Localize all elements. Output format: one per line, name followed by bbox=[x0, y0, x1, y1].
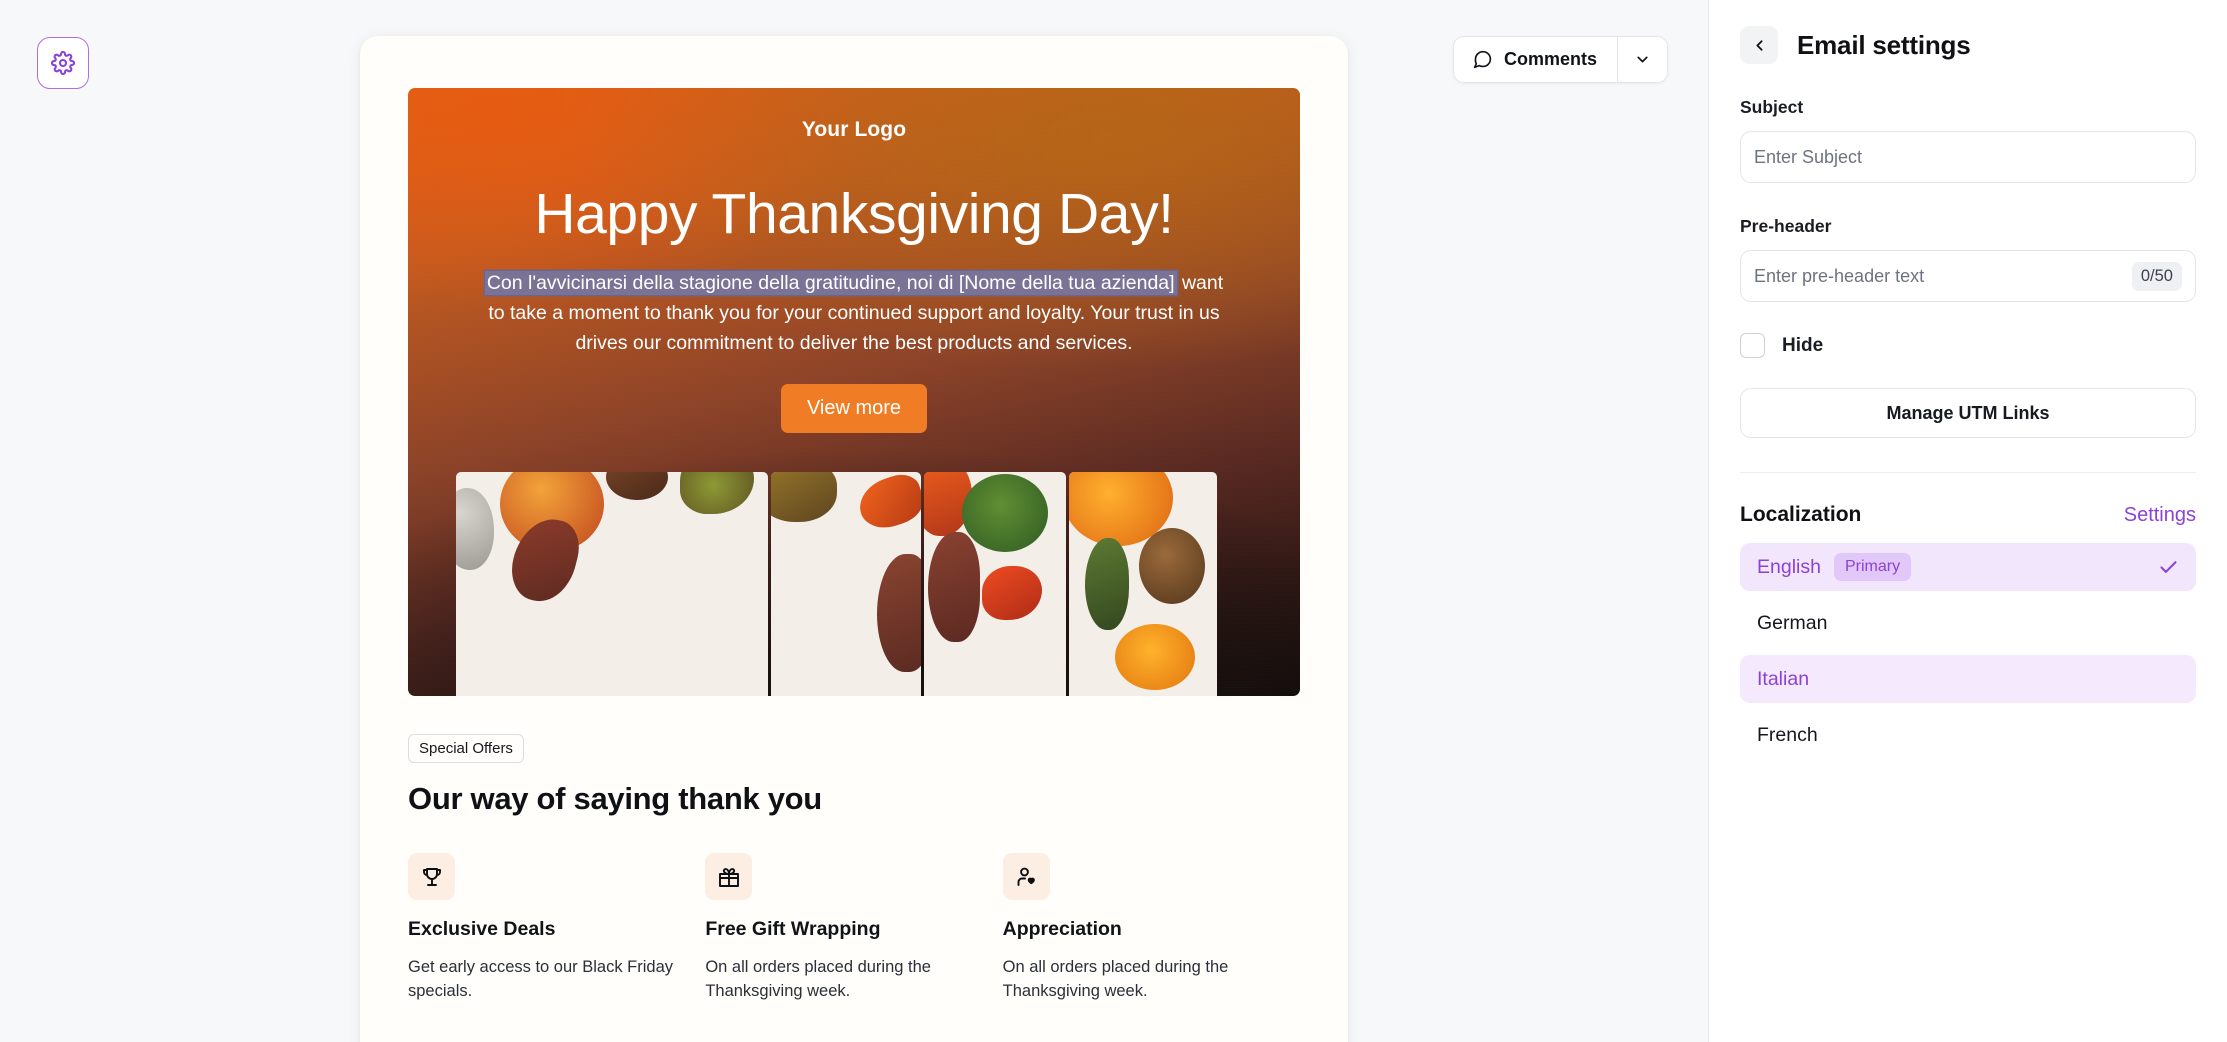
subject-label: Subject bbox=[1740, 97, 1804, 117]
feature-card[interactable]: Free Gift Wrapping On all orders placed … bbox=[705, 853, 1002, 1004]
feature-title: Exclusive Deals bbox=[408, 918, 556, 940]
language-name: German bbox=[1757, 611, 1828, 634]
feature-card[interactable]: Exclusive Deals Get early access to our … bbox=[408, 853, 705, 1004]
email-paragraph[interactable]: Con l'avvicinarsi della stagione della g… bbox=[484, 268, 1224, 359]
primary-badge: Primary bbox=[1833, 553, 1912, 581]
preheader-input[interactable] bbox=[1754, 265, 2124, 287]
feature-cards: Exclusive Deals Get early access to our … bbox=[408, 853, 1300, 1004]
subject-field[interactable] bbox=[1740, 131, 2196, 183]
hero-image-3[interactable] bbox=[924, 472, 1066, 696]
email-headline: Happy Thanksgiving Day! bbox=[534, 182, 1174, 246]
hero-image-4[interactable] bbox=[1069, 472, 1217, 696]
chevron-down-icon bbox=[1634, 51, 1651, 68]
check-icon bbox=[2158, 557, 2179, 578]
special-offers-badge: Special Offers bbox=[408, 734, 524, 763]
hero-image-strip bbox=[408, 472, 1300, 696]
language-item-italian[interactable]: Italian bbox=[1740, 655, 2196, 703]
language-name: Italian bbox=[1757, 667, 1810, 690]
panel-back-button[interactable] bbox=[1740, 26, 1778, 64]
hide-label[interactable]: Hide bbox=[1782, 335, 1823, 357]
trophy-icon bbox=[408, 853, 455, 900]
hide-checkbox[interactable] bbox=[1740, 333, 1765, 358]
preheader-counter: 0/50 bbox=[2131, 261, 2182, 291]
comments-label: Comments bbox=[1504, 49, 1598, 69]
feature-text: Get early access to our Black Friday spe… bbox=[408, 958, 674, 1000]
feature-title: Appreciation bbox=[1002, 918, 1122, 940]
email-body-block: Special Offers Our way of saying thank y… bbox=[360, 696, 1348, 1004]
gift-icon bbox=[705, 853, 753, 900]
comments-control: Comments bbox=[1453, 36, 1669, 83]
language-list: English Primary German Italian French bbox=[1740, 543, 2196, 759]
panel-header: Email settings bbox=[1740, 26, 2196, 64]
preheader-label: Pre-header bbox=[1740, 216, 1832, 236]
email-preview-card: Your Logo Happy Thanksgiving Day! Con l'… bbox=[360, 36, 1348, 1042]
language-item-french[interactable]: French bbox=[1740, 711, 2196, 759]
email-logo: Your Logo bbox=[801, 118, 907, 141]
language-item-english[interactable]: English Primary bbox=[1740, 543, 2196, 591]
left-rail bbox=[0, 0, 120, 1042]
gear-icon bbox=[51, 51, 75, 75]
panel-divider bbox=[1740, 472, 2196, 473]
localization-title: Localization bbox=[1740, 503, 1862, 526]
feature-title: Free Gift Wrapping bbox=[705, 918, 881, 940]
feature-text: On all orders placed during the Thanksgi… bbox=[705, 958, 931, 1000]
language-name: French bbox=[1757, 723, 1818, 746]
hero-image-2[interactable] bbox=[771, 472, 921, 696]
section-title: Our way of saying thank you bbox=[408, 781, 822, 816]
panel-title: Email settings bbox=[1797, 29, 1971, 60]
hero-image-1[interactable] bbox=[456, 472, 768, 696]
settings-gear-button[interactable] bbox=[37, 37, 89, 89]
feature-text: On all orders placed during the Thanksgi… bbox=[1002, 958, 1229, 1000]
manage-utm-links-button[interactable]: Manage UTM Links bbox=[1740, 388, 2196, 438]
comments-button[interactable]: Comments bbox=[1454, 37, 1618, 82]
localization-header: Localization Settings bbox=[1740, 503, 2196, 527]
selected-text-range: Con l'avvicinarsi della stagione della g… bbox=[484, 270, 1177, 295]
editor-canvas: Comments Your Logo Happy Thanksgiving Da… bbox=[120, 0, 1708, 1042]
comment-bubble-icon bbox=[1472, 49, 1493, 70]
app-root: Comments Your Logo Happy Thanksgiving Da… bbox=[0, 0, 2227, 1042]
hero-content: Your Logo Happy Thanksgiving Day! Con l'… bbox=[408, 88, 1300, 434]
hide-row: Hide bbox=[1740, 333, 2196, 358]
chevron-left-icon bbox=[1751, 37, 1768, 54]
subject-input[interactable] bbox=[1754, 146, 2182, 168]
comments-dropdown-button[interactable] bbox=[1618, 37, 1668, 82]
localization-settings-link[interactable]: Settings bbox=[2124, 504, 2196, 527]
feature-card[interactable]: Appreciation On all orders placed during… bbox=[1002, 853, 1300, 1004]
person-heart-icon bbox=[1002, 853, 1050, 900]
view-more-button[interactable]: View more bbox=[780, 384, 928, 434]
email-hero-block[interactable]: Your Logo Happy Thanksgiving Day! Con l'… bbox=[408, 88, 1300, 696]
preheader-field[interactable]: 0/50 bbox=[1740, 250, 2196, 302]
email-settings-panel: Email settings Subject Pre-header 0/50 H… bbox=[1708, 0, 2227, 1042]
language-name: English bbox=[1757, 555, 1821, 578]
language-item-german[interactable]: German bbox=[1740, 599, 2196, 647]
